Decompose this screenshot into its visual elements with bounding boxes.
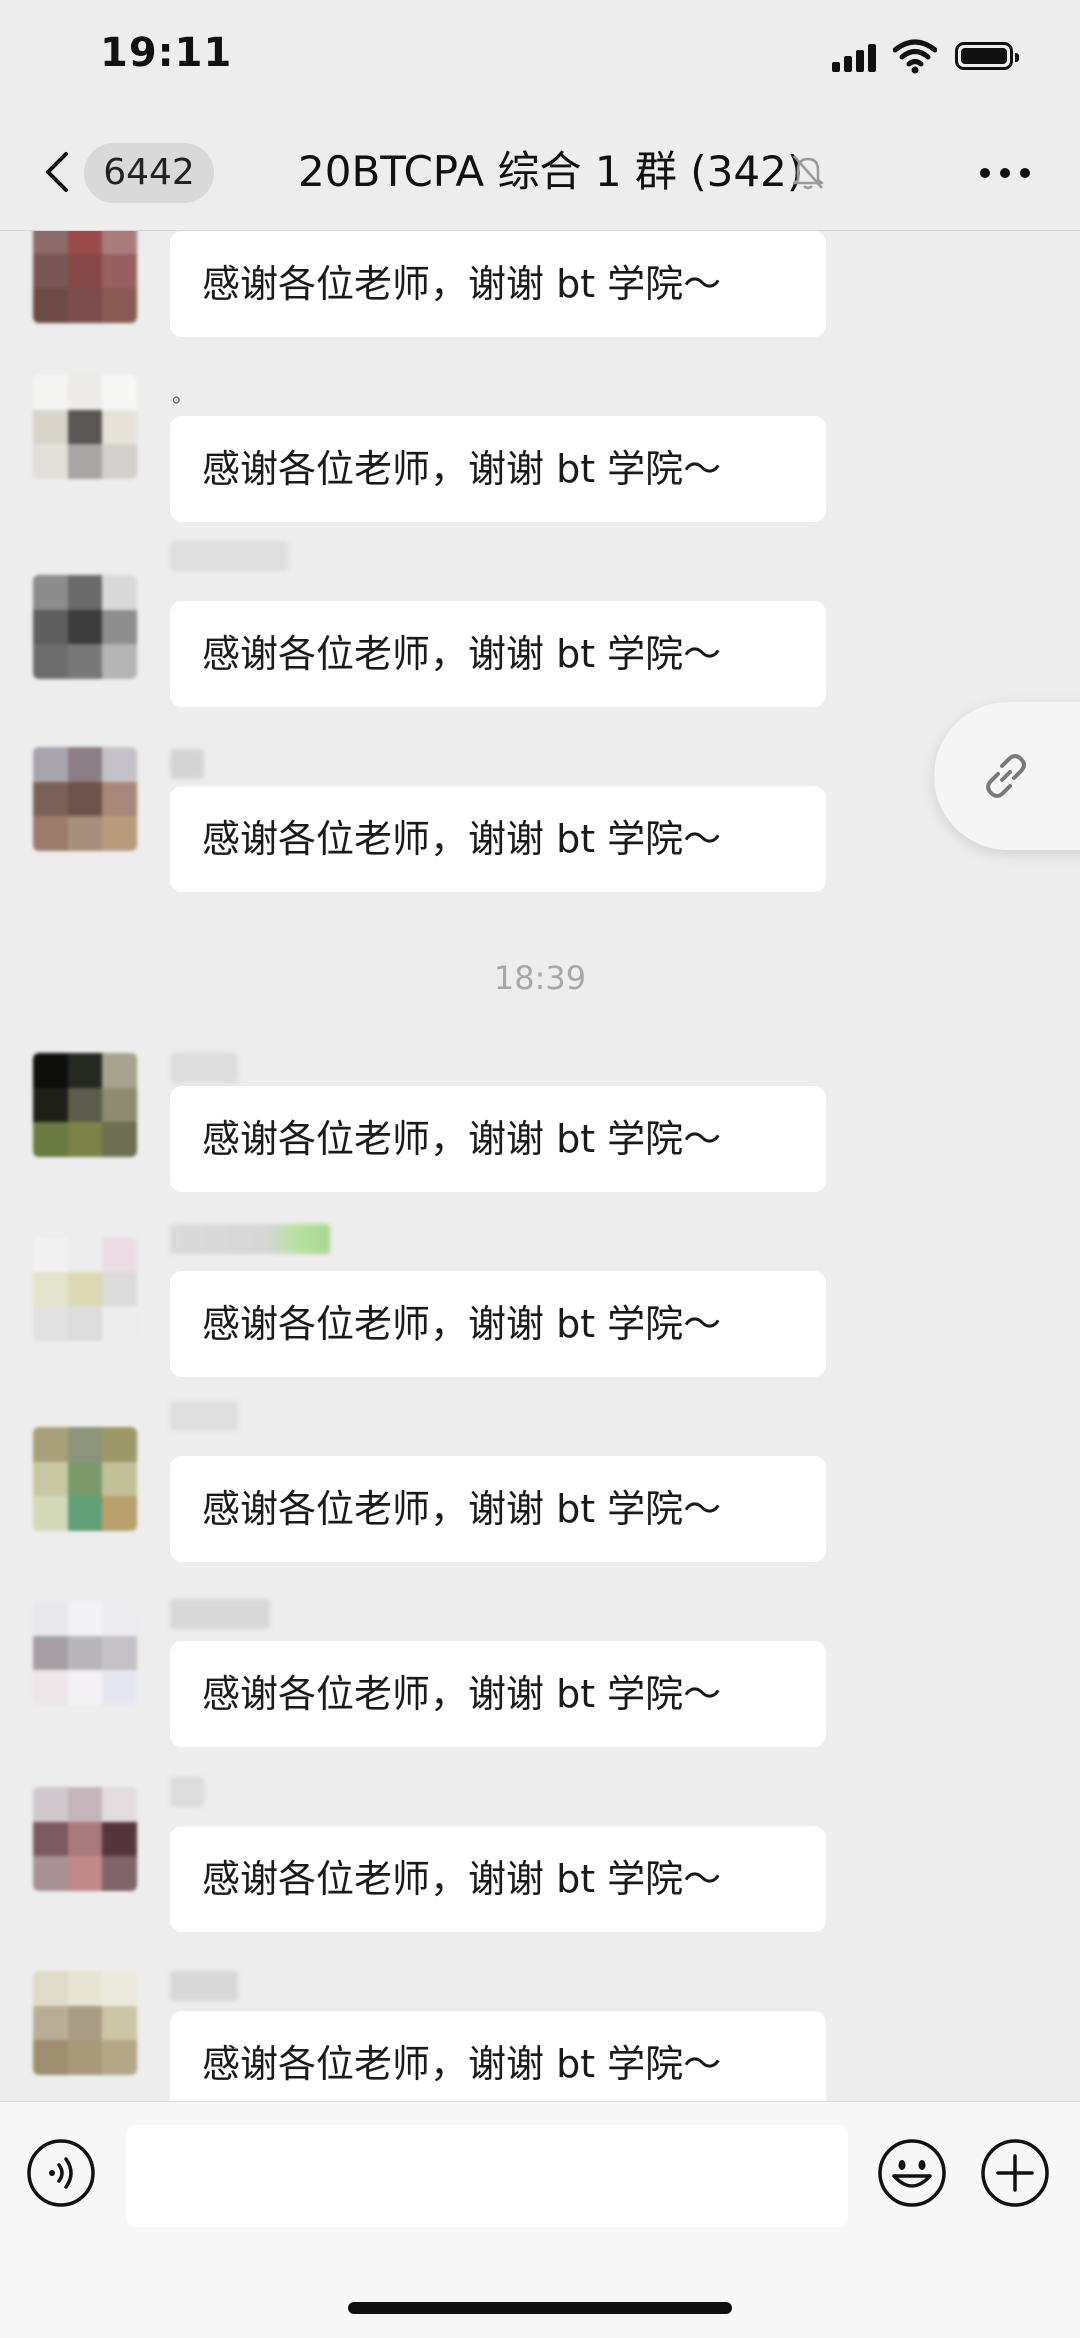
avatar[interactable] — [33, 1601, 137, 1705]
smiley-icon[interactable] — [877, 2138, 947, 2208]
message-bubble[interactable]: 感谢各位老师，谢谢 bt 学院～ — [170, 1271, 826, 1377]
message-bubble[interactable]: 感谢各位老师，谢谢 bt 学院～ — [170, 2011, 826, 2101]
message-bubble[interactable]: 感谢各位老师，谢谢 bt 学院～ — [170, 1826, 826, 1932]
sender-nickname — [170, 1224, 330, 1254]
unread-count-badge[interactable]: 6442 — [84, 143, 214, 203]
status-bar: 19:11 — [0, 0, 1080, 120]
wifi-icon — [893, 39, 937, 74]
status-time: 19:11 — [100, 30, 233, 76]
chat-title: 20BTCPA 综合 1 群 (342) — [298, 147, 804, 196]
floating-link-button[interactable] — [934, 702, 1080, 850]
avatar[interactable] — [33, 575, 137, 679]
chevron-left-icon[interactable] — [40, 148, 76, 196]
avatar[interactable] — [33, 747, 137, 851]
link-icon — [986, 754, 1026, 798]
message-bubble[interactable]: 感谢各位老师，谢谢 bt 学院～ — [170, 1641, 826, 1747]
avatar[interactable] — [33, 231, 137, 323]
message-input[interactable] — [126, 2125, 848, 2227]
time-separator: 18:39 — [493, 959, 587, 997]
message-bubble[interactable]: 感谢各位老师，谢谢 bt 学院～ — [170, 231, 826, 337]
message-bubble[interactable]: 感谢各位老师，谢谢 bt 学院～ — [170, 601, 826, 707]
avatar[interactable] — [33, 375, 137, 479]
message-bubble[interactable]: 感谢各位老师，谢谢 bt 学院～ — [170, 1086, 826, 1192]
avatar[interactable] — [33, 1787, 137, 1891]
sender-nickname — [170, 1401, 238, 1431]
sender-nickname — [170, 541, 288, 571]
battery-icon — [955, 42, 1019, 70]
avatar[interactable] — [33, 1237, 137, 1341]
message-bubble[interactable]: 感谢各位老师，谢谢 bt 学院～ — [170, 786, 826, 892]
message-bubble[interactable]: 感谢各位老师，谢谢 bt 学院～ — [170, 1456, 826, 1562]
sender-nickname — [170, 749, 204, 779]
avatar[interactable] — [33, 1971, 137, 2075]
avatar[interactable] — [33, 1427, 137, 1531]
sender-nickname — [170, 1599, 270, 1629]
message-list[interactable]: 感谢各位老师，谢谢 bt 学院～ 。 感谢各位老师，谢谢 bt 学院～ 感谢各位… — [0, 231, 1080, 2101]
bell-slash-icon — [792, 155, 824, 190]
avatar[interactable] — [33, 1053, 137, 1157]
sender-nickname — [170, 1971, 238, 2001]
message-prefix-text: 。 — [172, 383, 195, 408]
home-indicator — [348, 2302, 732, 2314]
more-dots-icon[interactable] — [980, 166, 1032, 180]
voice-icon[interactable] — [26, 2138, 96, 2208]
plus-icon[interactable] — [980, 2138, 1050, 2208]
sender-nickname — [170, 1777, 204, 1807]
signal-icon — [832, 42, 878, 72]
sender-nickname — [170, 1053, 238, 1083]
message-bubble[interactable]: 感谢各位老师，谢谢 bt 学院～ — [170, 416, 826, 522]
